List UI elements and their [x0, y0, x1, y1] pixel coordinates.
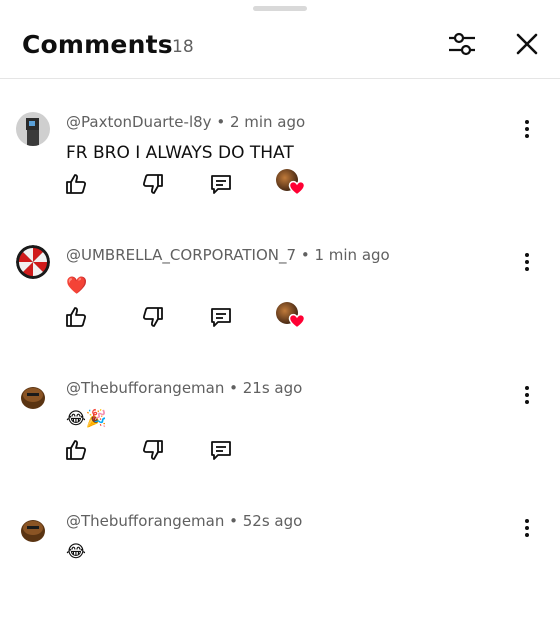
avatar[interactable]	[16, 511, 50, 545]
comment-text: ❤️	[66, 276, 88, 296]
comment-count: 18	[172, 37, 194, 57]
comment-item: @PaxtonDuarte-l8y • 2 min ago FR BRO I A…	[0, 100, 560, 233]
like-icon[interactable]	[62, 170, 90, 198]
like-icon[interactable]	[62, 436, 90, 464]
comment-text: 😂🎉	[66, 409, 108, 429]
comment-meta: @UMBRELLA_CORPORATION_7 • 1 min ago	[66, 246, 390, 264]
comment-time: 21s ago	[242, 379, 303, 397]
panel-title: Comments	[22, 30, 173, 59]
comment-meta: @Thebufforangeman • 52s ago	[66, 512, 303, 530]
avatar[interactable]	[16, 245, 50, 279]
avatar[interactable]	[16, 378, 50, 412]
close-icon[interactable]	[511, 28, 543, 60]
sliders-icon[interactable]	[446, 28, 478, 60]
reply-icon[interactable]	[207, 170, 235, 198]
creator-heart-icon	[276, 169, 306, 199]
comment-item: @UMBRELLA_CORPORATION_7 • 1 min ago ❤️	[0, 233, 560, 366]
comment-author[interactable]: @Thebufforangeman	[66, 379, 224, 397]
comment-time: 1 min ago	[314, 246, 390, 264]
comment-time: 52s ago	[242, 512, 303, 530]
comment-text: 😂	[66, 542, 86, 562]
like-icon[interactable]	[62, 303, 90, 331]
reply-icon[interactable]	[207, 303, 235, 331]
comment-item: @Thebufforangeman • 52s ago 😂	[0, 499, 560, 632]
comment-author[interactable]: @Thebufforangeman	[66, 512, 224, 530]
dislike-icon[interactable]	[139, 436, 167, 464]
more-options-icon[interactable]	[516, 247, 538, 277]
comment-meta: @Thebufforangeman • 21s ago	[66, 379, 303, 397]
comment-text: FR BRO I ALWAYS DO THAT	[66, 143, 294, 163]
reply-icon[interactable]	[207, 436, 235, 464]
more-options-icon[interactable]	[516, 513, 538, 543]
comment-author[interactable]: @PaxtonDuarte-l8y	[66, 113, 212, 131]
more-options-icon[interactable]	[516, 380, 538, 410]
comments-header: Comments 18	[0, 0, 560, 79]
creator-heart-icon	[276, 302, 306, 332]
dislike-icon[interactable]	[139, 303, 167, 331]
comment-item: @Thebufforangeman • 21s ago 😂🎉	[0, 366, 560, 499]
comment-time: 2 min ago	[229, 113, 306, 131]
more-options-icon[interactable]	[516, 114, 538, 144]
dislike-icon[interactable]	[139, 170, 167, 198]
comment-meta: @PaxtonDuarte-l8y • 2 min ago	[66, 113, 306, 131]
avatar[interactable]	[16, 112, 50, 146]
comment-author[interactable]: @UMBRELLA_CORPORATION_7	[66, 246, 296, 264]
